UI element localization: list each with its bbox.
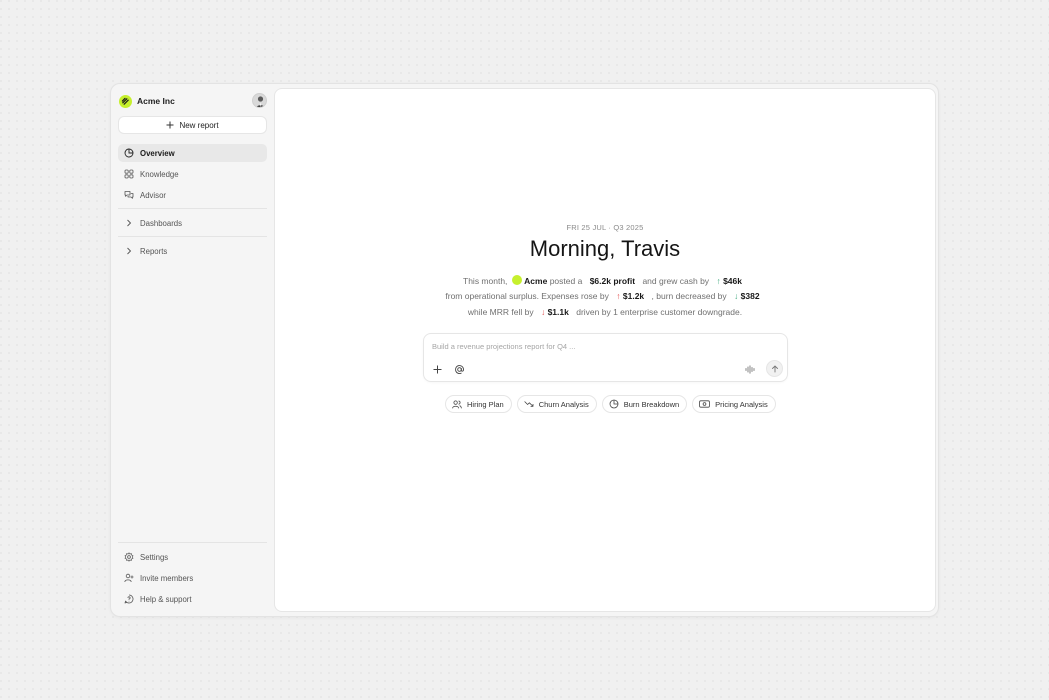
sidebar-item-overview[interactable]: Overview [118, 144, 267, 162]
summary-line-2: from operational surplus. Expenses rose … [275, 291, 935, 301]
users-icon [452, 399, 462, 409]
cash-value: $46k [723, 276, 742, 286]
summary-line-3: while MRR fell by ↓ $1.1k driven by 1 en… [275, 307, 935, 317]
chip-label: Pricing Analysis [715, 399, 768, 409]
main-panel: FRI 25 JUL · Q3 2025 Morning, Travis Thi… [274, 88, 936, 612]
prompt-input[interactable] [432, 342, 772, 351]
summary-text: posted a [549, 276, 583, 286]
app-window: Acme Inc New report Overview Knowledge A… [110, 83, 939, 617]
sidebar-item-label: Knowledge [140, 169, 179, 179]
arrow-down-icon: ↓ [734, 291, 739, 301]
summary-text: and grew cash by [642, 276, 710, 286]
company-name: Acme [524, 276, 548, 286]
chip-pricing-analysis[interactable]: Pricing Analysis [692, 395, 776, 413]
new-report-button[interactable]: New report [118, 116, 267, 134]
arrow-down-icon: ↓ [540, 307, 546, 317]
sidebar-group-label: Dashboards [140, 218, 183, 228]
summary-text: This month, [463, 276, 508, 286]
sidebar-item-label: Overview [140, 148, 175, 158]
sidebar-divider [118, 208, 267, 209]
profit-value: $6.2k profit [589, 276, 636, 286]
suggestion-chips: Hiring Plan Churn Analysis Burn Breakdow… [445, 395, 776, 413]
chevron-right-icon [124, 246, 134, 256]
sidebar-group-dashboards[interactable]: Dashboards [118, 214, 267, 232]
user-plus-icon [124, 573, 134, 583]
chip-label: Hiring Plan [467, 399, 504, 409]
sidebar: Acme Inc New report Overview Knowledge A… [111, 84, 273, 616]
grid-icon [124, 169, 134, 179]
chevron-right-icon [124, 218, 134, 228]
sidebar-item-label: Invite members [140, 573, 194, 583]
summary-text: from operational surplus. Expenses rose … [445, 291, 609, 301]
sidebar-item-knowledge[interactable]: Knowledge [118, 165, 267, 183]
sidebar-item-invite-members[interactable]: Invite members [118, 569, 267, 587]
summary-text: driven by 1 enterprise customer downgrad… [576, 307, 743, 317]
acme-logo-icon [511, 275, 522, 285]
burn-value: $382 [740, 291, 760, 301]
add-attachment-icon[interactable] [431, 363, 443, 375]
arrow-up-icon: ↑ [616, 291, 621, 301]
sidebar-item-advisor[interactable]: Advisor [118, 186, 267, 204]
workspace-switcher[interactable]: Acme Inc [119, 93, 175, 109]
chip-label: Churn Analysis [538, 399, 589, 409]
send-button[interactable] [766, 360, 783, 377]
date-line: FRI 25 JUL · Q3 2025 [566, 223, 644, 232]
summary-text: while MRR fell by [467, 307, 534, 317]
chip-label: Burn Breakdown [623, 399, 680, 409]
sidebar-item-settings[interactable]: Settings [118, 548, 267, 566]
sidebar-item-label: Advisor [140, 190, 166, 200]
workspace-logo-icon [119, 94, 132, 108]
summary-line-1: This month, Acme posted a $6.2k profit a… [275, 275, 935, 286]
gear-icon [124, 552, 134, 562]
sidebar-group-reports[interactable]: Reports [118, 242, 267, 260]
sidebar-divider [118, 542, 267, 543]
chip-hiring-plan[interactable]: Hiring Plan [445, 395, 512, 413]
new-report-label: New report [179, 120, 219, 130]
arrow-up-icon: ↑ [716, 276, 721, 286]
workspace-name: Acme Inc [137, 96, 175, 106]
summary-text: , burn decreased by [651, 291, 727, 301]
plus-icon [166, 121, 174, 129]
arrow-up-icon [771, 364, 778, 372]
chip-churn-analysis[interactable]: Churn Analysis [516, 395, 597, 413]
chip-burn-breakdown[interactable]: Burn Breakdown [601, 395, 688, 413]
prompt-box [423, 333, 788, 382]
chat-icon [124, 190, 134, 200]
sidebar-group-label: Reports [140, 246, 168, 256]
greeting-title: Morning, Travis [529, 236, 681, 261]
sidebar-item-label: Help & support [140, 594, 192, 604]
mrr-value: $1.1k [547, 307, 569, 317]
sidebar-item-label: Settings [140, 552, 169, 562]
user-avatar[interactable] [252, 93, 267, 108]
pie-chart-icon [609, 399, 619, 409]
sidebar-item-help[interactable]: Help & support [118, 590, 267, 608]
dollar-card-icon [699, 400, 710, 408]
help-icon [124, 594, 134, 604]
voice-waveform-icon[interactable] [744, 363, 756, 375]
sidebar-divider [118, 236, 267, 237]
mention-icon[interactable] [453, 363, 465, 375]
expenses-value: $1.2k [622, 291, 645, 301]
trend-down-icon [524, 400, 534, 408]
pie-chart-icon [124, 148, 134, 158]
